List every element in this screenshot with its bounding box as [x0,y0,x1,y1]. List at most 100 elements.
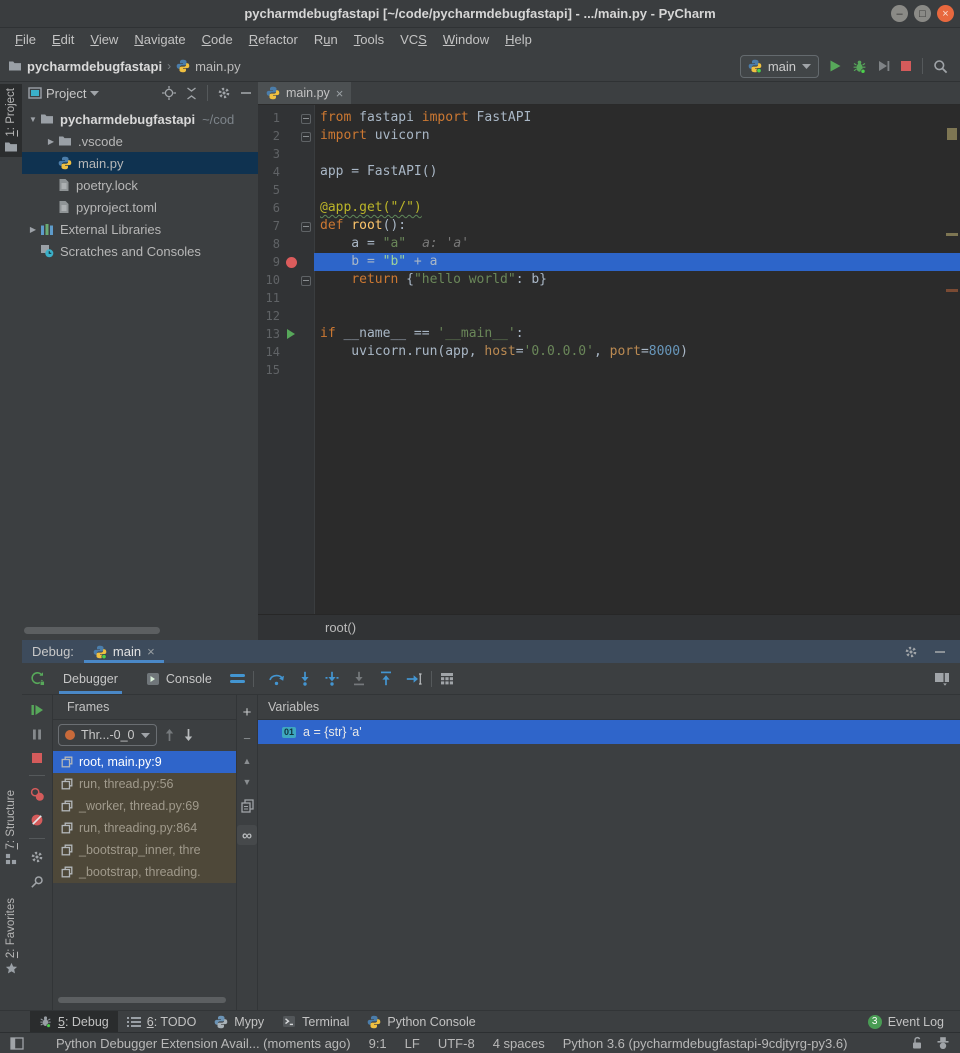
gutter-cell[interactable]: 3 [258,145,314,163]
gutter-cell[interactable]: 12 [258,307,314,325]
event-log-button[interactable]: 3Event Log [868,1015,960,1029]
tree-row[interactable]: ▶.vscode [22,130,258,152]
breakpoint-icon[interactable] [286,257,297,268]
code-text[interactable] [314,145,960,163]
editor-tab-main-py[interactable]: main.py × [258,82,351,104]
locate-icon[interactable] [162,86,176,100]
run-config-select[interactable]: main [740,55,819,78]
minimize-icon[interactable] [240,87,252,99]
code-text[interactable]: app = FastAPI() [314,163,960,181]
menu-file[interactable]: File [8,30,43,49]
breakpoint-stripe-mark[interactable] [946,289,958,292]
minimize-icon[interactable] [934,645,946,659]
code-text[interactable] [314,181,960,199]
status-item[interactable]: 4 spaces [493,1036,545,1051]
code-text[interactable] [314,289,960,307]
hamburger-icon[interactable] [230,673,245,685]
gutter-cell[interactable]: 7 [258,217,314,235]
tab-debugger[interactable]: Debugger [53,663,128,694]
frame-row[interactable]: _bootstrap, threading. [53,861,237,883]
copy-stack-icon[interactable] [240,799,254,813]
stripe-button-project[interactable]: 1: Project [0,84,22,157]
debug-button[interactable] [852,59,867,74]
menu-view[interactable]: View [83,30,125,49]
status-item[interactable]: Python Debugger Extension Avail... (mome… [56,1036,351,1051]
debug-session-tab[interactable]: main × [84,640,164,663]
gutter-cell[interactable]: 4 [258,163,314,181]
code-text[interactable]: uvicorn.run(app, host='0.0.0.0', port=80… [314,343,960,361]
menu-window[interactable]: Window [436,30,496,49]
run-to-cursor-icon[interactable] [406,672,423,686]
gutter-cell[interactable]: 5 [258,181,314,199]
close-icon[interactable]: × [336,87,344,100]
stripe-button-favorites[interactable]: 2: Favorites [0,894,22,979]
settings-gear-icon[interactable] [30,850,44,864]
stop-icon[interactable] [31,752,43,764]
frame-row[interactable]: _worker, thread.py:69 [53,795,237,817]
tree-row[interactable]: main.py [22,152,258,174]
frame-row[interactable]: run, threading.py:864 [53,817,237,839]
tree-row[interactable]: ▶External Libraries [22,218,258,240]
tree-row[interactable]: pyproject.toml [22,196,258,218]
toolwindow-toggle-icon[interactable] [10,1037,24,1050]
menu-run[interactable]: Run [307,30,345,49]
tree-arrow-icon[interactable]: ▼ [26,115,40,124]
code-text[interactable]: @app.get("/") [314,199,960,217]
layout-settings-icon[interactable] [934,672,950,686]
tree-row[interactable]: Scratches and Consoles [22,240,258,262]
fold-marker-icon[interactable] [301,276,311,286]
inline-values-icon[interactable]: ∞ [237,825,257,845]
frame-row[interactable]: root, main.py:9 [53,751,237,773]
tree-arrow-icon[interactable]: ▶ [26,225,40,234]
tree-arrow-icon[interactable]: ▶ [44,137,58,146]
stop-button[interactable] [900,60,912,72]
force-step-into-icon[interactable] [325,671,339,686]
window-minimize-icon[interactable]: – [891,5,908,22]
horizontal-scrollbar[interactable] [58,997,226,1003]
menu-help[interactable]: Help [498,30,539,49]
gear-icon[interactable] [904,645,918,659]
status-item[interactable]: UTF-8 [438,1036,475,1051]
close-icon[interactable]: × [147,645,155,658]
breadcrumb-function[interactable]: root() [325,620,356,635]
rerun-icon[interactable] [30,671,45,686]
code-text[interactable]: return {"hello world": b} [314,271,960,289]
chevron-down-icon[interactable] [90,91,99,96]
fold-marker-icon[interactable] [301,132,311,142]
run-button[interactable] [829,59,842,73]
tree-row[interactable]: poetry.lock [22,174,258,196]
project-panel-title[interactable]: Project [46,86,86,101]
gutter-cell[interactable]: 8 [258,235,314,253]
gear-icon[interactable] [217,86,231,100]
code-text[interactable]: a = "a"a: 'a' [314,235,960,253]
toolwindow-button-6-todo[interactable]: 6: TODO [118,1011,206,1032]
breadcrumb-item[interactable]: pycharmdebugfastapi [27,59,162,74]
collapse-all-icon[interactable] [185,87,198,100]
gutter-cell[interactable]: 1 [258,109,314,127]
gutter-cell[interactable]: 2 [258,127,314,145]
menu-navigate[interactable]: Navigate [127,30,192,49]
menu-code[interactable]: Code [195,30,240,49]
status-item[interactable]: Python 3.6 (pycharmdebugfastapi-9cdjtyrg… [563,1036,848,1051]
breadcrumb-item[interactable]: main.py [195,59,241,74]
code-text[interactable]: b = "b" + a [314,253,960,271]
fold-marker-icon[interactable] [301,222,311,232]
frame-row[interactable]: _bootstrap_inner, thre [53,839,237,861]
tab-console[interactable]: Console [136,663,222,694]
code-text[interactable] [314,361,960,379]
view-breakpoints-icon[interactable] [30,787,45,802]
step-over-icon[interactable] [268,671,285,686]
menu-vcs[interactable]: VCS [393,30,434,49]
status-item[interactable]: LF [405,1036,420,1051]
mute-breakpoints-icon[interactable] [30,813,44,827]
frame-up-icon[interactable] [163,728,176,742]
gutter-cell[interactable]: 6 [258,199,314,217]
code-text[interactable]: if __name__ == '__main__': [314,325,960,343]
gutter-cell[interactable]: 14 [258,343,314,361]
menu-refactor[interactable]: Refactor [242,30,305,49]
window-maximize-icon[interactable]: □ [914,5,931,22]
stripe-button-structure[interactable]: 7: Structure [0,786,22,869]
tree-row[interactable]: ▼pycharmdebugfastapi~/cod [22,108,258,130]
code-text[interactable] [314,307,960,325]
toolwindow-button-terminal[interactable]: Terminal [273,1011,358,1032]
